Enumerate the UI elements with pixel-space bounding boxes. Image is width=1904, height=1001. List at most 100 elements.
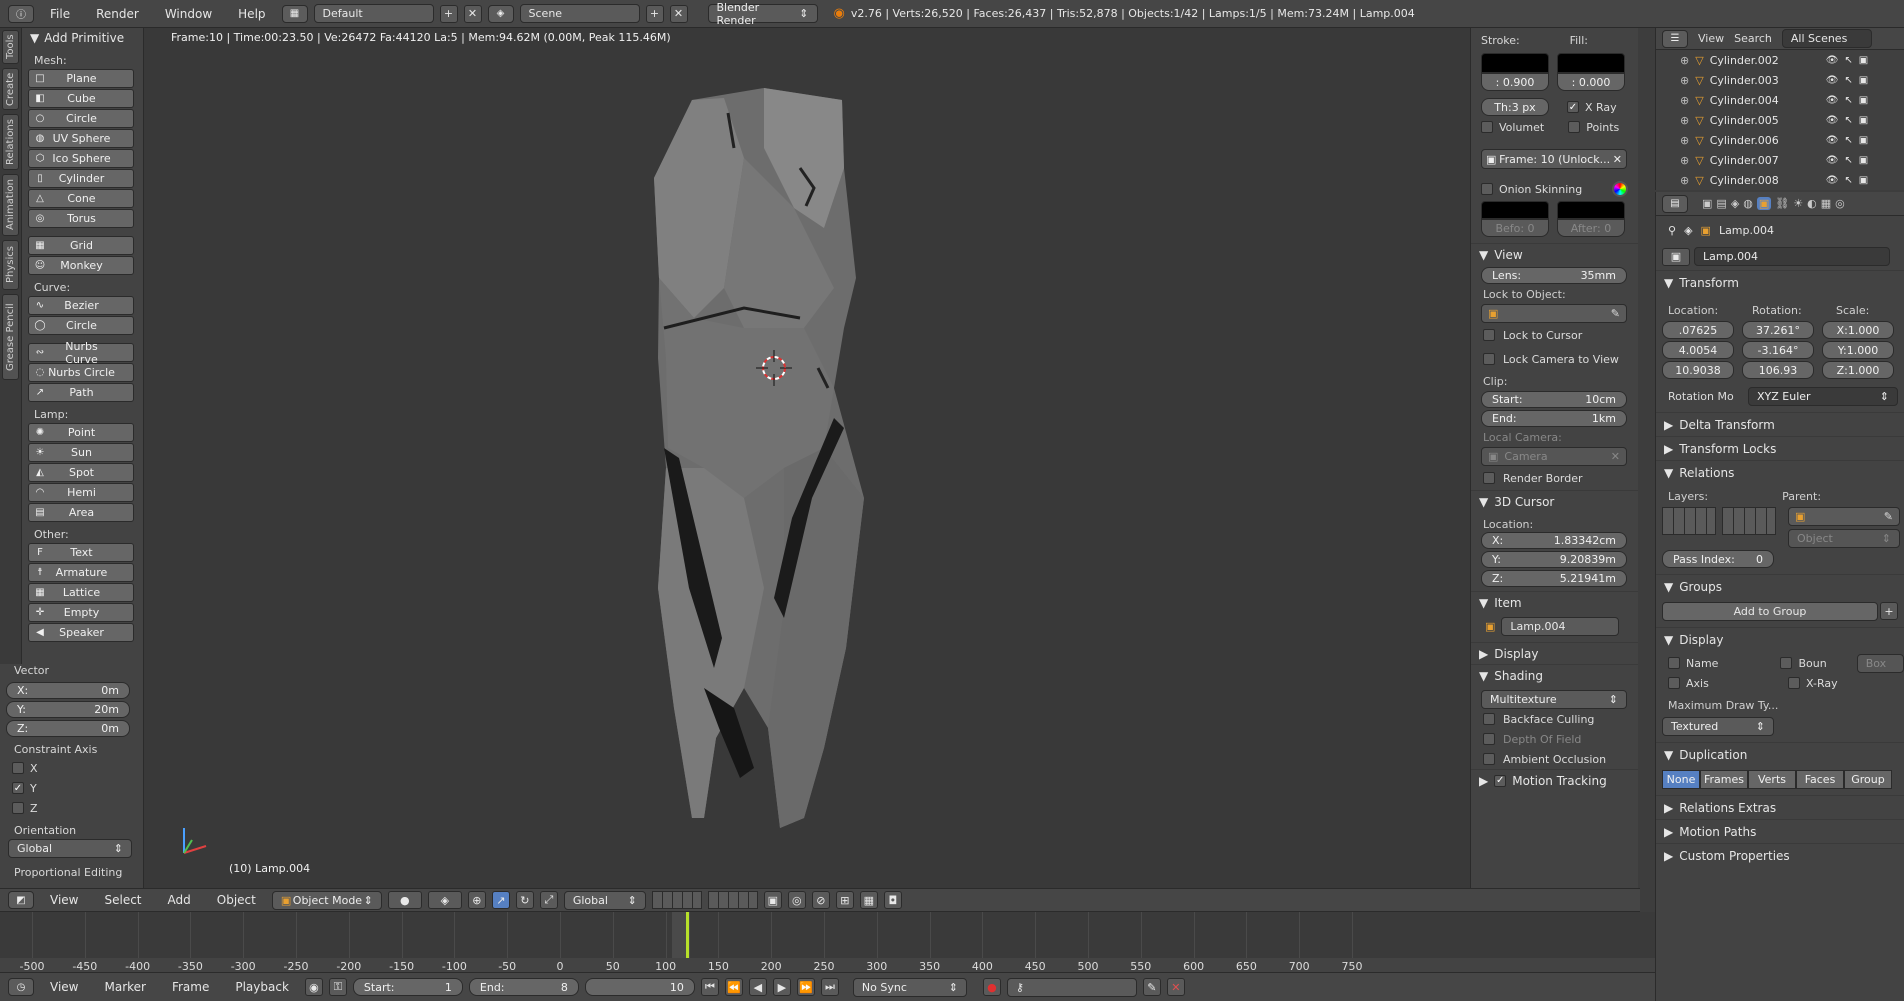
outliner-item[interactable]: ⊕ ▽ Cylinder.002 👁 ↖ ▣ bbox=[1656, 50, 1904, 70]
add-empty-button[interactable]: ✛ Empty bbox=[28, 603, 134, 622]
render-tab-icon[interactable]: ▣ bbox=[1702, 197, 1712, 210]
orientation-select[interactable]: Global ⇕ bbox=[8, 839, 132, 858]
3d-viewport[interactable] bbox=[144, 28, 1470, 888]
render-icon[interactable]: ▣ bbox=[1859, 135, 1868, 146]
select-icon[interactable]: ↖ bbox=[1844, 155, 1852, 166]
relations-extras-header[interactable]: ▶ Relations Extras bbox=[1656, 795, 1904, 819]
color-wheel-icon[interactable] bbox=[1612, 181, 1628, 197]
bounds-type-select[interactable]: Box bbox=[1856, 653, 1904, 673]
add-grid-button[interactable]: ▦ Grid bbox=[28, 236, 134, 255]
lock-to-cursor-checkbox[interactable]: Lock to Cursor bbox=[1471, 323, 1638, 347]
object-name-field[interactable]: Lamp.004 bbox=[1694, 247, 1890, 266]
tab-create[interactable]: Create bbox=[2, 68, 19, 110]
check-icon[interactable]: ✓ bbox=[1494, 774, 1507, 787]
ambient-occlusion-checkbox[interactable]: Ambient Occlusion bbox=[1471, 749, 1638, 769]
add-armature-button[interactable]: ☨ Armature bbox=[28, 563, 134, 582]
backface-culling-checkbox[interactable]: Backface Culling bbox=[1471, 709, 1638, 729]
transform-panel-header[interactable]: ▼ Transform bbox=[1656, 270, 1904, 294]
viewport-canvas[interactable] bbox=[144, 28, 1470, 888]
add-bezier-button[interactable]: ∿ Bezier bbox=[28, 296, 134, 315]
delete-key-icon[interactable]: ✕ bbox=[1166, 978, 1185, 996]
manipulator-icon[interactable]: ⊕ bbox=[467, 891, 486, 909]
rotation-field[interactable]: 106.93 bbox=[1742, 361, 1814, 379]
expand-icon[interactable]: ⊕ bbox=[1680, 134, 1689, 147]
remove-layout-icon[interactable]: ✕ bbox=[463, 4, 482, 23]
item-panel-header[interactable]: ▼ Item bbox=[1471, 591, 1638, 613]
visibility-icon[interactable]: 👁 bbox=[1826, 175, 1839, 186]
expand-icon[interactable]: ⊕ bbox=[1680, 174, 1689, 187]
max-draw-type-select[interactable]: Textured ⇕ bbox=[1662, 717, 1774, 736]
scene-field[interactable]: Scene bbox=[519, 4, 640, 23]
add-group-icon[interactable]: + bbox=[1880, 602, 1898, 620]
next-key-icon[interactable]: ⏩ bbox=[796, 978, 815, 996]
after-color-swatch[interactable] bbox=[1557, 201, 1625, 219]
3d-cursor-panel-header[interactable]: ▼ 3D Cursor bbox=[1471, 490, 1638, 512]
add-nurbs-curve-button[interactable]: ∾ Nurbs Curve bbox=[28, 340, 134, 366]
add-circle-button[interactable]: ◯ Circle bbox=[28, 316, 134, 335]
add-lattice-button[interactable]: ▦ Lattice bbox=[28, 583, 134, 602]
world-tab-icon[interactable]: ◍ bbox=[1743, 197, 1753, 210]
display-bounds-checkbox[interactable]: Boun bbox=[1780, 653, 1827, 673]
eyedropper-icon[interactable]: ✎ bbox=[1884, 510, 1893, 523]
mode-select[interactable]: ▣ Object Mode ⇕ bbox=[271, 890, 382, 910]
render-icon[interactable]: ▣ bbox=[1859, 155, 1868, 166]
add-primitive-header[interactable]: ▼ Add Primitive bbox=[22, 28, 143, 48]
select-icon[interactable]: ↖ bbox=[1844, 175, 1852, 186]
delta-transform-header[interactable]: ▶ Delta Transform bbox=[1656, 412, 1904, 436]
remove-scene-icon[interactable]: ✕ bbox=[669, 4, 688, 23]
scene-tab-icon[interactable]: ◈ bbox=[1731, 197, 1739, 210]
add-scene-icon[interactable]: + bbox=[645, 4, 664, 23]
jump-end-icon[interactable]: ⏭ bbox=[820, 978, 839, 996]
visibility-icon[interactable]: 👁 bbox=[1826, 55, 1839, 66]
fill-color-swatch[interactable] bbox=[1557, 53, 1625, 73]
dup-tab-faces[interactable]: Faces bbox=[1796, 770, 1844, 789]
start-frame-field[interactable]: Start: 1 bbox=[352, 978, 463, 996]
add-ico-sphere-button[interactable]: ⬡ Ico Sphere bbox=[28, 149, 134, 168]
info-editor-icon[interactable]: ⓘ bbox=[8, 4, 34, 23]
add-area-button[interactable]: ▤ Area bbox=[28, 503, 134, 522]
motion-paths-header[interactable]: ▶ Motion Paths bbox=[1656, 819, 1904, 843]
preview-range-icon[interactable]: ◉ bbox=[304, 978, 323, 996]
display-xray-checkbox[interactable]: X-Ray bbox=[1788, 673, 1838, 693]
add-uv-sphere-button[interactable]: ◍ UV Sphere bbox=[28, 129, 134, 148]
stroke-opacity-field[interactable]: : 0.900 bbox=[1481, 73, 1549, 91]
vp-menu-view[interactable]: View bbox=[40, 893, 88, 907]
visibility-icon[interactable]: 👁 bbox=[1826, 135, 1839, 146]
tl-menu-playback[interactable]: Playback bbox=[225, 980, 299, 994]
current-frame-field[interactable]: 10 bbox=[584, 978, 695, 996]
vp-menu-object[interactable]: Object bbox=[207, 893, 266, 907]
select-icon[interactable]: ↖ bbox=[1844, 75, 1852, 86]
menu-render[interactable]: Render bbox=[86, 7, 149, 21]
layout-icon[interactable]: ▦ bbox=[281, 4, 308, 23]
tab-tools[interactable]: Tools bbox=[2, 30, 19, 64]
menu-window[interactable]: Window bbox=[155, 7, 222, 21]
snap-icon[interactable]: ⊘ bbox=[811, 891, 830, 909]
render-icon[interactable]: ▣ bbox=[1859, 95, 1868, 106]
armor-model[interactable] bbox=[654, 88, 864, 828]
groups-header[interactable]: ▼ Groups bbox=[1656, 574, 1904, 598]
outliner-menu-view[interactable]: View bbox=[1698, 32, 1724, 45]
shading-mode-select[interactable]: Multitexture ⇕ bbox=[1481, 690, 1627, 709]
add-circle-button[interactable]: ○ Circle bbox=[28, 109, 134, 128]
relations-header[interactable]: ▼ Relations bbox=[1656, 460, 1904, 484]
add-cube-button[interactable]: ◧ Cube bbox=[28, 89, 134, 108]
jump-start-icon[interactable]: ⏮ bbox=[700, 978, 719, 996]
parent-field[interactable]: ▣ ✎ bbox=[1788, 507, 1900, 526]
translate-icon[interactable]: ↗ bbox=[491, 891, 510, 909]
tab-relations[interactable]: Relations bbox=[2, 114, 19, 170]
cursor-field[interactable]: X: 1.83342cm bbox=[1481, 532, 1627, 549]
fill-opacity-field[interactable]: : 0.000 bbox=[1557, 73, 1625, 91]
insert-key-icon[interactable]: ✎ bbox=[1142, 978, 1161, 996]
render-engine-select[interactable]: Blender Render ⇕ bbox=[707, 1, 818, 27]
outliner-item[interactable]: ⊕ ▽ Cylinder.006 👁 ↖ ▣ bbox=[1656, 130, 1904, 150]
close-icon[interactable]: ✕ bbox=[1613, 153, 1622, 166]
constraint-checkbox[interactable]: X bbox=[12, 758, 143, 778]
after-field[interactable]: After: 0 bbox=[1557, 219, 1625, 237]
add-sun-button[interactable]: ☀ Sun bbox=[28, 443, 134, 462]
display-header[interactable]: ▼ Display bbox=[1656, 627, 1904, 651]
onion-skinning-checkbox[interactable]: Onion Skinning bbox=[1481, 179, 1582, 199]
play-icon[interactable]: ▶ bbox=[772, 978, 791, 996]
display-panel-header[interactable]: ▶ Display bbox=[1471, 642, 1638, 664]
prev-key-icon[interactable]: ⏪ bbox=[724, 978, 743, 996]
select-icon[interactable]: ↖ bbox=[1844, 115, 1852, 126]
